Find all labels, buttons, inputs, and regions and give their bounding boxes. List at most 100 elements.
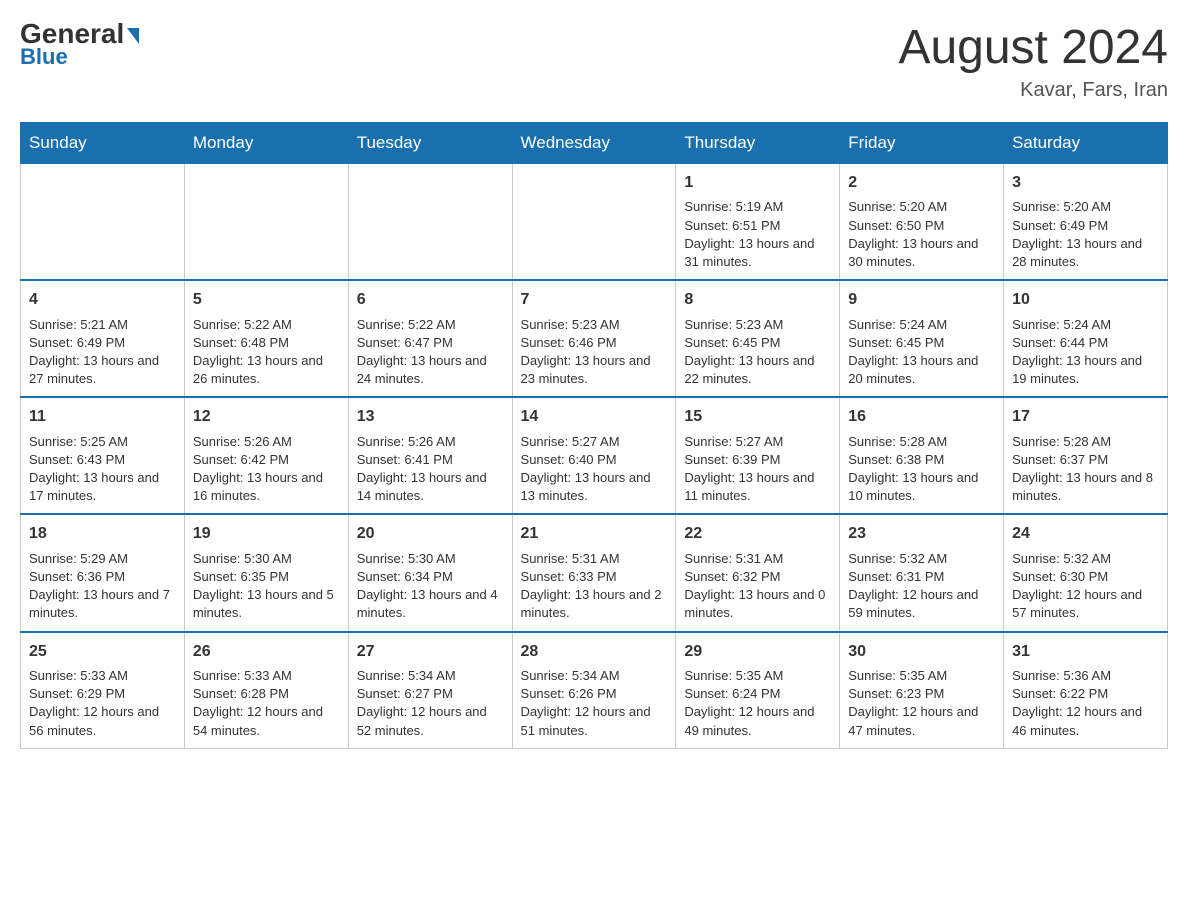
day-number: 1 [684,172,831,194]
day-number: 15 [684,406,831,428]
day-info: Sunrise: 5:30 AM Sunset: 6:35 PM Dayligh… [193,550,340,623]
calendar-day-21: 21 Sunrise: 5:31 AM Sunset: 6:33 PM Dayli… [512,514,676,631]
location: Kavar, Fars, Iran [898,79,1168,102]
day-info: Sunrise: 5:26 AM Sunset: 6:42 PM Dayligh… [193,433,340,506]
calendar-day-16: 16Sunrise: 5:28 AM Sunset: 6:38 PM Dayli… [840,397,1004,514]
calendar-day-25: 25Sunrise: 5:33 AM Sunset: 6:29 PM Dayli… [21,632,185,749]
day-number: 28 [521,641,668,663]
day-number: 18 [29,523,176,545]
weekday-header-monday: Monday [184,123,348,164]
calendar-day-22: 22 Sunrise: 5:31 AM Sunset: 6:32 PM Dayli… [676,514,840,631]
day-number: 10 [1012,289,1159,311]
day-number: 19 [193,523,340,545]
day-info: Sunrise: 5:23 AM Sunset: 6:46 PM Dayligh… [521,316,668,389]
day-info: Sunrise: 5:19 AM Sunset: 6:51 PM Dayligh… [684,198,831,271]
day-number: 22 [684,523,831,545]
calendar-week-row: 11 Sunrise: 5:25 AM Sunset: 6:43 PM Dayli… [21,397,1168,514]
calendar-day-28: 28 Sunrise: 5:34 AM Sunset: 6:26 PM Dayli… [512,632,676,749]
calendar-day-6: 6 Sunrise: 5:22 AM Sunset: 6:47 PM Daylig… [348,280,512,397]
day-number: 13 [357,406,504,428]
calendar-day-27: 27Sunrise: 5:34 AM Sunset: 6:27 PM Dayli… [348,632,512,749]
day-info: Sunrise: 5:27 AM Sunset: 6:39 PM Dayligh… [684,433,831,506]
day-number: 5 [193,289,340,311]
logo-triangle-icon [127,28,139,44]
day-info: Sunrise: 5:34 AM Sunset: 6:26 PM Dayligh… [521,667,668,740]
day-info: Sunrise: 5:35 AM Sunset: 6:24 PM Dayligh… [684,667,831,740]
calendar-day-14: 14 Sunrise: 5:27 AM Sunset: 6:40 PM Dayli… [512,397,676,514]
day-number: 24 [1012,523,1159,545]
calendar-week-row: 25Sunrise: 5:33 AM Sunset: 6:29 PM Dayli… [21,632,1168,749]
day-number: 6 [357,289,504,311]
day-info: Sunrise: 5:21 AM Sunset: 6:49 PM Dayligh… [29,316,176,389]
calendar-empty-cell [512,164,676,281]
day-number: 23 [848,523,995,545]
day-number: 9 [848,289,995,311]
day-number: 17 [1012,406,1159,428]
calendar-week-row: 1 Sunrise: 5:19 AM Sunset: 6:51 PM Daylig… [21,164,1168,281]
calendar-empty-cell [21,164,185,281]
day-number: 4 [29,289,176,311]
calendar-table: SundayMondayTuesdayWednesdayThursdayFrid… [20,122,1168,749]
day-info: Sunrise: 5:26 AM Sunset: 6:41 PM Dayligh… [357,433,504,506]
weekday-header-thursday: Thursday [676,123,840,164]
day-info: Sunrise: 5:34 AM Sunset: 6:27 PM Dayligh… [357,667,504,740]
day-number: 8 [684,289,831,311]
calendar-day-10: 10Sunrise: 5:24 AM Sunset: 6:44 PM Dayli… [1004,280,1168,397]
calendar-day-3: 3 Sunrise: 5:20 AM Sunset: 6:49 PM Daylig… [1004,164,1168,281]
day-number: 11 [29,406,176,428]
month-title: August 2024 [898,20,1168,75]
calendar-day-24: 24Sunrise: 5:32 AM Sunset: 6:30 PM Dayli… [1004,514,1168,631]
calendar-day-23: 23Sunrise: 5:32 AM Sunset: 6:31 PM Dayli… [840,514,1004,631]
day-number: 26 [193,641,340,663]
day-info: Sunrise: 5:23 AM Sunset: 6:45 PM Dayligh… [684,316,831,389]
calendar-day-2: 2Sunrise: 5:20 AM Sunset: 6:50 PM Daylig… [840,164,1004,281]
day-info: Sunrise: 5:30 AM Sunset: 6:34 PM Dayligh… [357,550,504,623]
day-number: 21 [521,523,668,545]
calendar-day-30: 30Sunrise: 5:35 AM Sunset: 6:23 PM Dayli… [840,632,1004,749]
calendar-day-7: 7Sunrise: 5:23 AM Sunset: 6:46 PM Daylig… [512,280,676,397]
day-info: Sunrise: 5:31 AM Sunset: 6:32 PM Dayligh… [684,550,831,623]
calendar-day-13: 13 Sunrise: 5:26 AM Sunset: 6:41 PM Dayli… [348,397,512,514]
calendar-day-17: 17 Sunrise: 5:28 AM Sunset: 6:37 PM Dayli… [1004,397,1168,514]
calendar-empty-cell [348,164,512,281]
calendar-day-19: 19 Sunrise: 5:30 AM Sunset: 6:35 PM Dayli… [184,514,348,631]
day-number: 14 [521,406,668,428]
day-info: Sunrise: 5:25 AM Sunset: 6:43 PM Dayligh… [29,433,176,506]
calendar-day-15: 15 Sunrise: 5:27 AM Sunset: 6:39 PM Dayli… [676,397,840,514]
calendar-day-29: 29 Sunrise: 5:35 AM Sunset: 6:24 PM Dayli… [676,632,840,749]
day-info: Sunrise: 5:22 AM Sunset: 6:48 PM Dayligh… [193,316,340,389]
calendar-day-31: 31Sunrise: 5:36 AM Sunset: 6:22 PM Dayli… [1004,632,1168,749]
day-info: Sunrise: 5:28 AM Sunset: 6:37 PM Dayligh… [1012,433,1159,506]
logo-blue: Blue [20,44,139,70]
calendar-day-26: 26 Sunrise: 5:33 AM Sunset: 6:28 PM Dayli… [184,632,348,749]
calendar-day-12: 12 Sunrise: 5:26 AM Sunset: 6:42 PM Dayli… [184,397,348,514]
day-info: Sunrise: 5:27 AM Sunset: 6:40 PM Dayligh… [521,433,668,506]
calendar-day-11: 11 Sunrise: 5:25 AM Sunset: 6:43 PM Dayli… [21,397,185,514]
day-number: 3 [1012,172,1159,194]
day-info: Sunrise: 5:20 AM Sunset: 6:50 PM Dayligh… [848,198,995,271]
day-info: Sunrise: 5:20 AM Sunset: 6:49 PM Dayligh… [1012,198,1159,271]
calendar-empty-cell [184,164,348,281]
logo: General Blue [20,20,139,70]
weekday-header-saturday: Saturday [1004,123,1168,164]
weekday-header-friday: Friday [840,123,1004,164]
calendar-day-1: 1 Sunrise: 5:19 AM Sunset: 6:51 PM Daylig… [676,164,840,281]
day-info: Sunrise: 5:24 AM Sunset: 6:45 PM Dayligh… [848,316,995,389]
calendar-day-5: 5 Sunrise: 5:22 AM Sunset: 6:48 PM Daylig… [184,280,348,397]
weekday-header-tuesday: Tuesday [348,123,512,164]
weekday-header-wednesday: Wednesday [512,123,676,164]
calendar-header-row: SundayMondayTuesdayWednesdayThursdayFrid… [21,123,1168,164]
calendar-week-row: 4 Sunrise: 5:21 AM Sunset: 6:49 PM Daylig… [21,280,1168,397]
day-info: Sunrise: 5:29 AM Sunset: 6:36 PM Dayligh… [29,550,176,623]
day-info: Sunrise: 5:22 AM Sunset: 6:47 PM Dayligh… [357,316,504,389]
day-info: Sunrise: 5:33 AM Sunset: 6:29 PM Dayligh… [29,667,176,740]
day-number: 29 [684,641,831,663]
day-number: 12 [193,406,340,428]
calendar-day-4: 4 Sunrise: 5:21 AM Sunset: 6:49 PM Daylig… [21,280,185,397]
day-number: 30 [848,641,995,663]
calendar-day-20: 20Sunrise: 5:30 AM Sunset: 6:34 PM Dayli… [348,514,512,631]
day-info: Sunrise: 5:31 AM Sunset: 6:33 PM Dayligh… [521,550,668,623]
calendar-day-8: 8 Sunrise: 5:23 AM Sunset: 6:45 PM Daylig… [676,280,840,397]
day-info: Sunrise: 5:33 AM Sunset: 6:28 PM Dayligh… [193,667,340,740]
weekday-header-sunday: Sunday [21,123,185,164]
